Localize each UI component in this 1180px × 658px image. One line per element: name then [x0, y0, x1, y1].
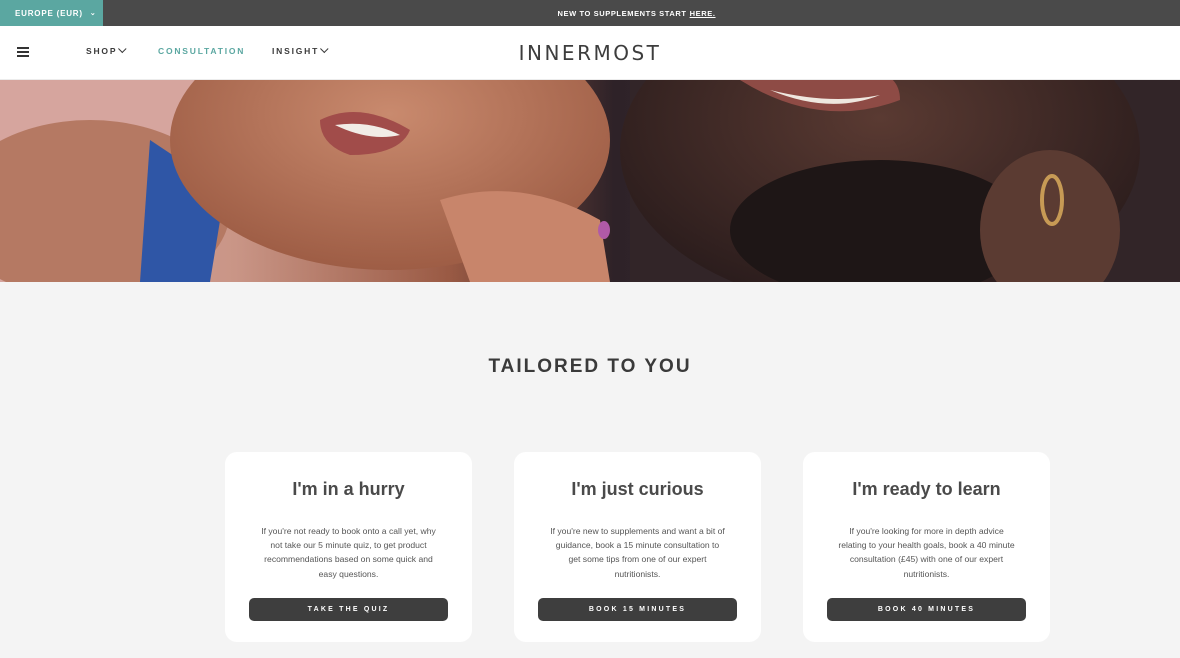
- section-title: TAILORED TO YOU: [488, 356, 692, 377]
- announcement-link[interactable]: HERE.: [690, 9, 716, 18]
- hero-image: [0, 80, 1180, 282]
- hero-photo-illustration: [0, 80, 1180, 282]
- card-title: I'm in a hurry: [292, 479, 405, 499]
- card-title: I'm ready to learn: [852, 479, 1001, 499]
- card-description: If you're not ready to book onto a call …: [261, 526, 436, 579]
- take-quiz-button[interactable]: TAKE THE QUIZ: [249, 598, 448, 621]
- card-description: If you're looking for more in depth advi…: [838, 526, 1015, 579]
- site-header: SHOP CONSULTATION INSIGHT INNERMOST: [0, 26, 1180, 80]
- book-40-minutes-button[interactable]: BOOK 40 MINUTES: [827, 598, 1026, 621]
- announcement-bar: EUROPE (EUR) ⌄ NEW TO SUPPLEMENTS START …: [0, 0, 1180, 26]
- card-description: If you're new to supplements and want a …: [550, 526, 725, 579]
- card-title: I'm just curious: [571, 479, 704, 499]
- option-card-curious: I'm just curious If you're new to supple…: [514, 452, 761, 642]
- book-15-minutes-button[interactable]: BOOK 15 MINUTES: [538, 598, 737, 621]
- option-card-learn: I'm ready to learn If you're looking for…: [803, 452, 1050, 642]
- option-card-hurry: I'm in a hurry If you're not ready to bo…: [225, 452, 472, 642]
- site-logo[interactable]: INNERMOST: [0, 41, 1180, 65]
- announcement: NEW TO SUPPLEMENTS START HERE.: [0, 0, 1180, 26]
- announcement-text: NEW TO SUPPLEMENTS START: [557, 8, 687, 18]
